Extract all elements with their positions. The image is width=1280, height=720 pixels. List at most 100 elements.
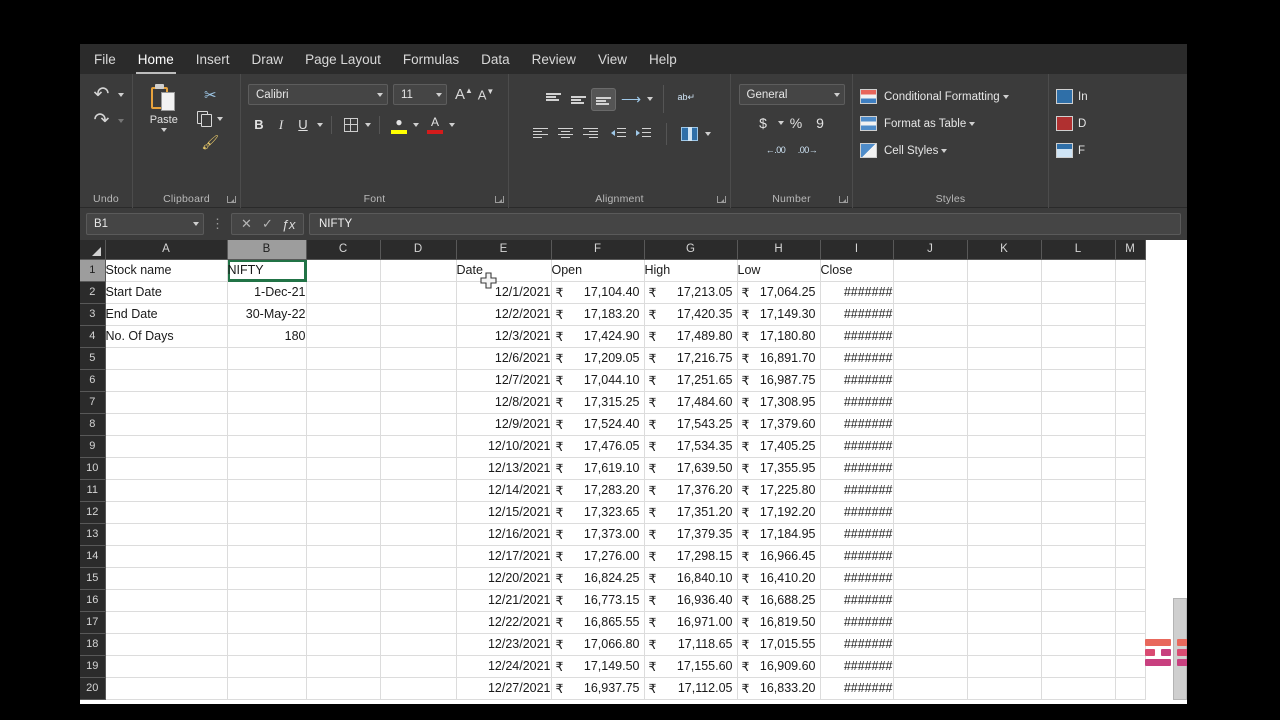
- cell-I1[interactable]: Close: [820, 259, 894, 282]
- row-header-13[interactable]: 13: [80, 523, 106, 546]
- cell-A15[interactable]: [105, 567, 228, 590]
- cell-M13[interactable]: [1115, 523, 1146, 546]
- cell-J17[interactable]: [893, 611, 968, 634]
- cell-I7[interactable]: #######: [820, 391, 894, 414]
- cell-F15[interactable]: ₹16,824.25: [551, 567, 645, 590]
- row-header-4[interactable]: 4: [80, 325, 106, 348]
- cell-G8[interactable]: ₹17,543.25: [644, 413, 738, 436]
- scissors-icon[interactable]: ✂: [204, 86, 217, 104]
- row-header-7[interactable]: 7: [80, 391, 106, 414]
- cell-C19[interactable]: [306, 655, 381, 678]
- name-box[interactable]: B1: [86, 213, 204, 235]
- underline-button[interactable]: U: [292, 114, 314, 135]
- cell-A13[interactable]: [105, 523, 228, 546]
- cell-A14[interactable]: [105, 545, 228, 568]
- number-format-chevron-down-icon[interactable]: [833, 92, 840, 97]
- cell-H2[interactable]: ₹17,064.25: [737, 281, 821, 304]
- cell-J8[interactable]: [893, 413, 968, 436]
- cell-K20[interactable]: [967, 677, 1042, 700]
- cell-L15[interactable]: [1041, 567, 1116, 590]
- cell-H14[interactable]: ₹16,966.45: [737, 545, 821, 568]
- cell-J18[interactable]: [893, 633, 968, 656]
- cell-K17[interactable]: [967, 611, 1042, 634]
- cell-B2[interactable]: 1-Dec-21: [227, 281, 307, 304]
- cell-G7[interactable]: ₹17,484.60: [644, 391, 738, 414]
- cell-K13[interactable]: [967, 523, 1042, 546]
- cell-G12[interactable]: ₹17,351.20: [644, 501, 738, 524]
- cell-F16[interactable]: ₹16,773.15: [551, 589, 645, 612]
- underline-chevron-down-icon[interactable]: [317, 122, 323, 127]
- cell-I5[interactable]: #######: [820, 347, 894, 370]
- cell-E5[interactable]: 12/6/2021: [456, 347, 552, 370]
- cell-M6[interactable]: [1115, 369, 1146, 392]
- cell-A17[interactable]: [105, 611, 228, 634]
- cell-C1[interactable]: [306, 259, 381, 282]
- cell-B15[interactable]: [227, 567, 307, 590]
- name-box-chevron-down-icon[interactable]: [193, 222, 199, 226]
- row-header-15[interactable]: 15: [80, 567, 106, 590]
- cell-L8[interactable]: [1041, 413, 1116, 436]
- insert-cells-button[interactable]: In: [1056, 83, 1103, 110]
- cell-H15[interactable]: ₹16,410.20: [737, 567, 821, 590]
- cell-C12[interactable]: [306, 501, 381, 524]
- cell-E15[interactable]: 12/20/2021: [456, 567, 552, 590]
- cell-J5[interactable]: [893, 347, 968, 370]
- cell-B4[interactable]: 180: [227, 325, 307, 348]
- cell-B13[interactable]: [227, 523, 307, 546]
- cell-E18[interactable]: 12/23/2021: [456, 633, 552, 656]
- cell-K10[interactable]: [967, 457, 1042, 480]
- font-size-chevron-down-icon[interactable]: [436, 92, 442, 97]
- cell-I4[interactable]: #######: [820, 325, 894, 348]
- cell-A9[interactable]: [105, 435, 228, 458]
- column-header-m[interactable]: M: [1115, 240, 1146, 260]
- cell-M11[interactable]: [1115, 479, 1146, 502]
- cell-F2[interactable]: ₹17,104.40: [551, 281, 645, 304]
- cell-C18[interactable]: [306, 633, 381, 656]
- row-header-16[interactable]: 16: [80, 589, 106, 612]
- cell-G2[interactable]: ₹17,213.05: [644, 281, 738, 304]
- cell-H18[interactable]: ₹17,015.55: [737, 633, 821, 656]
- cell-C2[interactable]: [306, 281, 381, 304]
- cell-M14[interactable]: [1115, 545, 1146, 568]
- cell-E1[interactable]: Date: [456, 259, 552, 282]
- font-color-button[interactable]: A: [424, 114, 446, 135]
- cell-L16[interactable]: [1041, 589, 1116, 612]
- cell-B16[interactable]: [227, 589, 307, 612]
- menu-tab-help[interactable]: Help: [638, 47, 688, 71]
- cell-L2[interactable]: [1041, 281, 1116, 304]
- cell-A20[interactable]: [105, 677, 228, 700]
- cell-K15[interactable]: [967, 567, 1042, 590]
- cell-A2[interactable]: Start Date: [105, 281, 228, 304]
- vertical-scrollbar-thumb[interactable]: [1173, 598, 1187, 700]
- cell-M12[interactable]: [1115, 501, 1146, 524]
- column-header-e[interactable]: E: [456, 240, 552, 260]
- cell-M1[interactable]: [1115, 259, 1146, 282]
- bold-button[interactable]: B: [248, 114, 270, 135]
- borders-chevron-down-icon[interactable]: [365, 122, 371, 127]
- number-format-select[interactable]: General: [738, 84, 845, 105]
- cell-C3[interactable]: [306, 303, 381, 326]
- menu-tab-insert[interactable]: Insert: [185, 47, 241, 71]
- cell-E16[interactable]: 12/21/2021: [456, 589, 552, 612]
- cell-J16[interactable]: [893, 589, 968, 612]
- borders-button[interactable]: [340, 114, 362, 135]
- cell-B1-active[interactable]: NIFTY: [227, 259, 307, 282]
- cell-D11[interactable]: [380, 479, 457, 502]
- cell-D15[interactable]: [380, 567, 457, 590]
- cell-I13[interactable]: #######: [820, 523, 894, 546]
- cell-M7[interactable]: [1115, 391, 1146, 414]
- align-right-button[interactable]: [578, 122, 603, 145]
- cell-E20[interactable]: 12/27/2021: [456, 677, 552, 700]
- font-dialog-launcher[interactable]: [495, 195, 504, 204]
- cell-K8[interactable]: [967, 413, 1042, 436]
- cell-styles-button[interactable]: Cell Styles: [860, 137, 1041, 164]
- font-size-input[interactable]: 11: [393, 84, 447, 105]
- fill-color-chevron-down-icon[interactable]: [413, 122, 419, 127]
- cancel-icon[interactable]: ✕: [237, 216, 256, 232]
- cell-J13[interactable]: [893, 523, 968, 546]
- cell-B7[interactable]: [227, 391, 307, 414]
- vertical-scrollbar[interactable]: [1173, 240, 1187, 704]
- row-header-18[interactable]: 18: [80, 633, 106, 656]
- cell-A10[interactable]: [105, 457, 228, 480]
- cell-L14[interactable]: [1041, 545, 1116, 568]
